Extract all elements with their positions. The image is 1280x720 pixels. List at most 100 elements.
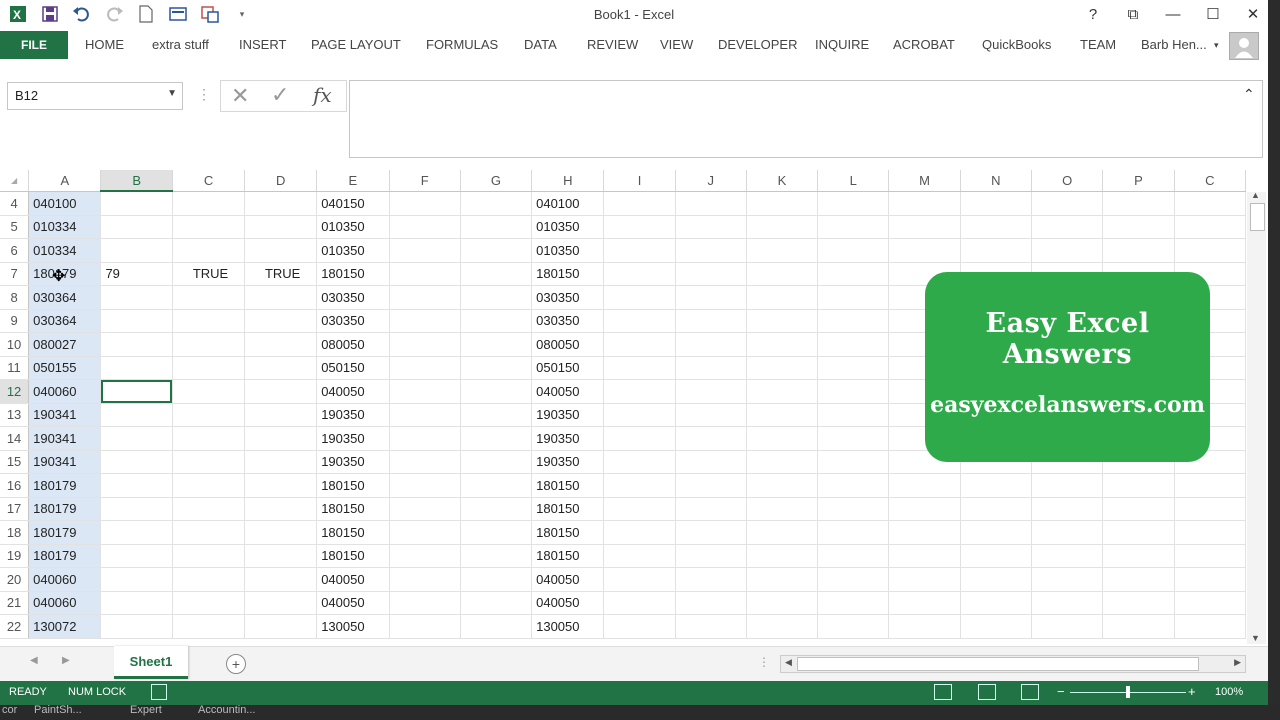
cell[interactable]	[100, 285, 173, 310]
cell[interactable]: 080050	[531, 332, 605, 357]
column-header[interactable]: H	[531, 170, 605, 192]
cell[interactable]	[746, 614, 819, 639]
zoom-level[interactable]: 100%	[1215, 686, 1243, 698]
cell[interactable]	[172, 356, 246, 380]
cell[interactable]	[389, 238, 461, 263]
cell[interactable]	[817, 403, 890, 427]
cell[interactable]	[389, 497, 461, 521]
column-header[interactable]: M	[888, 170, 961, 192]
cell[interactable]	[100, 356, 173, 380]
taskbar-item[interactable]: Expert	[130, 704, 162, 716]
ribbon-display-options-icon[interactable]: ⧉	[1124, 3, 1142, 25]
column-header[interactable]: J	[675, 170, 747, 192]
cell[interactable]	[244, 614, 318, 639]
cell[interactable]	[172, 567, 246, 592]
cell[interactable]	[817, 450, 890, 474]
zoom-slider-thumb[interactable]	[1126, 686, 1130, 698]
cell[interactable]	[172, 403, 246, 427]
cell[interactable]	[244, 379, 318, 404]
cell[interactable]	[817, 567, 890, 592]
row-header[interactable]: 20	[0, 567, 30, 592]
column-header[interactable]: O	[1031, 170, 1104, 192]
cell[interactable]	[1102, 191, 1175, 216]
taskbar-item[interactable]: cor	[2, 704, 17, 716]
cell[interactable]	[675, 520, 747, 545]
cell[interactable]	[960, 544, 1032, 568]
cell[interactable]	[460, 356, 533, 380]
cell[interactable]	[960, 215, 1032, 239]
row-header[interactable]: 19	[0, 544, 30, 568]
cell[interactable]	[603, 544, 676, 568]
insert-function-icon[interactable]: fx	[313, 83, 332, 107]
cell[interactable]	[389, 215, 461, 239]
cell[interactable]	[100, 191, 173, 216]
cell[interactable]	[675, 332, 747, 357]
cell[interactable]	[172, 426, 246, 451]
close-icon[interactable]: ✕	[1244, 3, 1262, 25]
cell[interactable]: 040100	[531, 191, 605, 216]
cell[interactable]	[1174, 191, 1246, 216]
cell[interactable]	[603, 309, 676, 333]
cell[interactable]	[603, 215, 676, 239]
cell[interactable]	[244, 450, 318, 474]
cell[interactable]	[244, 497, 318, 521]
cell[interactable]	[817, 544, 890, 568]
row-header[interactable]: 14	[0, 426, 30, 451]
user-dropdown-icon[interactable]: ▾	[1214, 40, 1219, 51]
cell[interactable]	[100, 520, 173, 545]
cell[interactable]	[960, 567, 1032, 592]
zoom-out-button[interactable]: −	[1057, 684, 1065, 699]
cell[interactable]	[389, 285, 461, 310]
column-header[interactable]: C	[1174, 170, 1246, 192]
tab-inquire[interactable]: INQUIRE	[815, 37, 869, 52]
cell[interactable]	[675, 309, 747, 333]
cell[interactable]	[603, 497, 676, 521]
column-header[interactable]: A	[28, 170, 102, 192]
cell[interactable]	[746, 497, 819, 521]
row-header[interactable]: 6	[0, 238, 30, 263]
cell[interactable]: 010350	[316, 238, 390, 263]
cell[interactable]	[960, 191, 1032, 216]
cell[interactable]	[460, 309, 533, 333]
cell[interactable]	[1102, 473, 1175, 498]
cell[interactable]	[603, 591, 676, 615]
cell[interactable]	[100, 450, 173, 474]
cell[interactable]	[1102, 497, 1175, 521]
cell[interactable]: 030350	[531, 309, 605, 333]
cell[interactable]	[100, 238, 173, 263]
horizontal-scroll-thumb[interactable]	[797, 657, 1199, 671]
cell[interactable]	[746, 215, 819, 239]
tab-home[interactable]: HOME	[85, 37, 124, 52]
cell[interactable]	[1031, 614, 1104, 639]
cell[interactable]: 030350	[531, 285, 605, 310]
cell[interactable]	[244, 191, 318, 216]
cell[interactable]	[603, 614, 676, 639]
column-header[interactable]: B	[100, 170, 173, 192]
row-header[interactable]: 16	[0, 473, 30, 498]
formula-bar-resize-handle[interactable]: ⋮	[197, 86, 211, 103]
cell[interactable]: 180179	[28, 544, 102, 568]
cell[interactable]	[1102, 567, 1175, 592]
cell[interactable]	[172, 544, 246, 568]
cell[interactable]	[389, 262, 461, 286]
cell[interactable]	[172, 614, 246, 639]
cell[interactable]: 010334	[28, 238, 102, 263]
row-header[interactable]: 10	[0, 332, 30, 357]
cell[interactable]: 190341	[28, 450, 102, 474]
cell[interactable]: 040060	[28, 567, 102, 592]
cell[interactable]	[1174, 591, 1246, 615]
row-header[interactable]: 5	[0, 215, 30, 239]
maximize-icon[interactable]: ☐	[1204, 3, 1222, 25]
cell[interactable]	[460, 450, 533, 474]
cell[interactable]: 050155	[28, 356, 102, 380]
cell[interactable]	[675, 567, 747, 592]
cell[interactable]: 040050	[316, 591, 390, 615]
cell[interactable]: 030350	[316, 309, 390, 333]
cell[interactable]	[389, 473, 461, 498]
scroll-left-icon[interactable]: ◀	[785, 657, 792, 668]
cell[interactable]	[389, 191, 461, 216]
cell[interactable]	[244, 403, 318, 427]
column-header[interactable]: L	[817, 170, 890, 192]
name-box[interactable]: B12 ▼	[7, 82, 183, 110]
collapse-formula-bar-icon[interactable]: ⌃	[1243, 86, 1255, 103]
